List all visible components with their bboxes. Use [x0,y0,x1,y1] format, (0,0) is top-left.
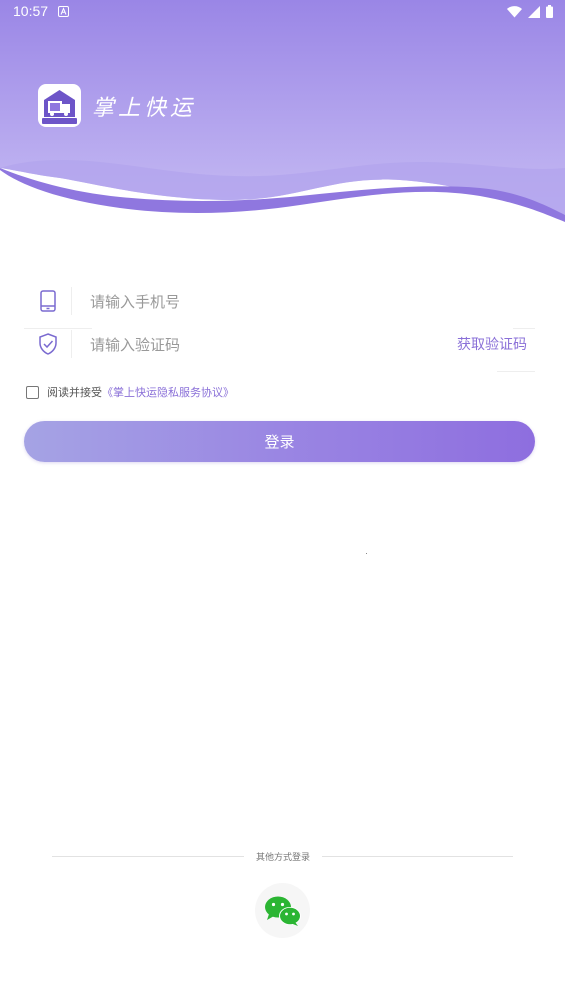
phone-field-separator [71,287,72,315]
agreement-checkbox[interactable] [26,385,39,399]
truck-logo-icon [38,84,81,127]
header-banner: 10:57 掌上快运 [0,0,565,235]
status-time: 10:57 [13,3,49,19]
code-field-separator [71,330,72,358]
signal-icon [528,5,540,18]
battery-icon [546,5,553,18]
phone-icon [39,290,56,312]
wechat-icon [264,896,301,926]
phone-icon-box [24,279,71,323]
agreement-row: 阅读并接受 《掌上快运隐私服务协议》 [26,384,234,400]
status-icons [507,5,553,18]
stray-dot [366,553,367,554]
wifi-icon [507,5,522,18]
verification-code-input[interactable] [88,330,392,360]
app-logo [38,84,81,127]
code-underline-right [497,371,535,372]
divider-line-left [52,856,244,857]
get-code-button[interactable]: 获取验证码 [457,334,527,354]
other-login-divider: 其他方式登录 [52,850,513,864]
login-button[interactable]: 登录 [24,421,535,462]
agreement-prefix: 阅读并接受 [47,386,102,399]
phone-field [24,279,535,329]
code-field: 获取验证码 [24,322,535,372]
app-name: 掌上快运 [92,96,197,121]
status-bar: 10:57 [0,0,565,24]
privacy-agreement-link[interactable]: 《掌上快运隐私服务协议》 [102,384,234,400]
shield-check-icon [38,333,57,355]
header-background [0,0,565,222]
wechat-login-button[interactable] [255,883,310,938]
notification-a-icon [58,6,69,17]
phone-input[interactable] [88,287,452,317]
code-icon-box [24,322,71,366]
divider-line-right [322,856,513,857]
other-login-label: 其他方式登录 [255,853,310,863]
